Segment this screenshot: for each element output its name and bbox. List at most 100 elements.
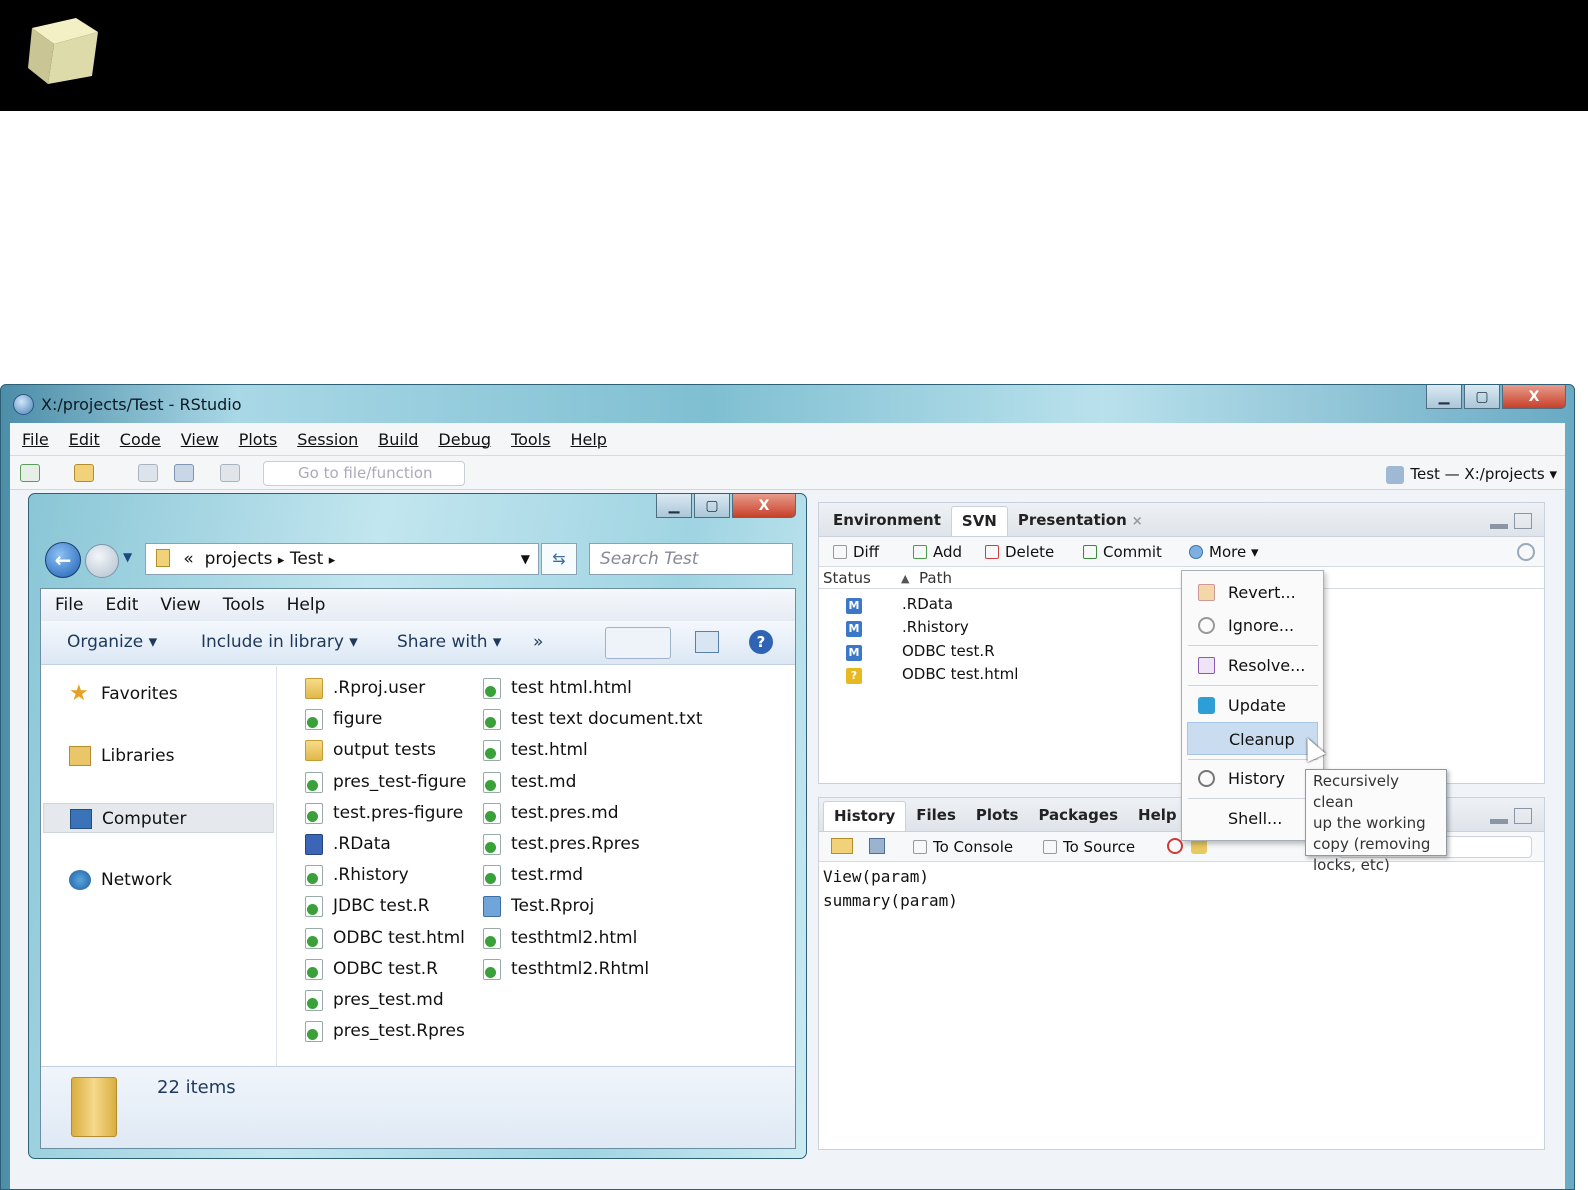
file-item[interactable]: test.pres.Rpres	[483, 831, 640, 857]
file-item[interactable]: figure	[305, 706, 382, 732]
breadcrumb-separator-icon[interactable]: ▸	[329, 553, 336, 568]
menu-file[interactable]: File	[22, 430, 49, 449]
path-column[interactable]: Path	[919, 569, 952, 587]
menu-plots[interactable]: Plots	[239, 430, 278, 449]
tab-history[interactable]: History	[823, 801, 907, 831]
explorer-menu-tools[interactable]: Tools	[223, 595, 265, 615]
file-item[interactable]: output tests	[305, 737, 436, 763]
file-item[interactable]: testhtml2.html	[483, 925, 637, 951]
tab-environment[interactable]: Environment	[823, 506, 951, 536]
view-options-button[interactable]	[605, 627, 671, 659]
file-item[interactable]: test.pres.md	[483, 800, 619, 826]
breadcrumb-overflow[interactable]: «	[183, 549, 193, 569]
history-line[interactable]: summary(param)	[823, 889, 1540, 913]
nav-favorites[interactable]: ★ Favorites	[43, 679, 274, 709]
file-item[interactable]: ODBC test.R	[305, 956, 438, 982]
tab-svn[interactable]: SVN	[950, 506, 1008, 536]
menu-item-update[interactable]: Update	[1187, 689, 1318, 722]
tab-packages[interactable]: Packages	[1028, 801, 1128, 831]
recent-pages-chevron-icon[interactable]: ▼	[123, 550, 132, 564]
file-item[interactable]: pres_test.Rpres	[305, 1018, 465, 1044]
to-source-button[interactable]: To Source	[1043, 838, 1135, 856]
refresh-icon[interactable]	[1517, 543, 1535, 561]
menu-item-history[interactable]: History	[1187, 762, 1318, 795]
menu-item-ignore[interactable]: Ignore...	[1187, 609, 1318, 642]
go-to-file-input[interactable]: Go to file/function	[263, 461, 465, 486]
refresh-button[interactable]: ⇆	[541, 543, 577, 575]
save-all-icon[interactable]	[174, 464, 194, 482]
minimize-button[interactable]: ▁	[1426, 385, 1462, 409]
close-button[interactable]: X	[1502, 385, 1566, 409]
breadcrumb-projects[interactable]: projects	[205, 549, 273, 569]
help-icon[interactable]: ?	[749, 630, 773, 654]
file-item[interactable]: pres_test.md	[305, 987, 444, 1013]
maximize-button[interactable]: ▢	[1464, 385, 1500, 409]
nav-network[interactable]: Network	[43, 865, 274, 895]
tab-files[interactable]: Files	[906, 801, 966, 831]
breadcrumb-separator-icon[interactable]: ▸	[278, 553, 285, 568]
menu-debug[interactable]: Debug	[438, 430, 491, 449]
back-button[interactable]: ←	[45, 542, 81, 578]
nav-computer[interactable]: Computer	[43, 803, 274, 833]
to-console-button[interactable]: To Console	[913, 838, 1013, 856]
open-file-icon[interactable]	[74, 464, 94, 482]
file-item[interactable]: Test.Rproj	[483, 893, 594, 919]
status-column[interactable]: Status	[823, 569, 871, 587]
pane-minimize-icon[interactable]	[1490, 524, 1508, 529]
share-with-button[interactable]: Share with ▾	[397, 632, 501, 652]
breadcrumb-test[interactable]: Test	[290, 549, 323, 569]
tab-presentation[interactable]: Presentation ×	[1008, 506, 1153, 536]
file-item[interactable]: testhtml2.Rhtml	[483, 956, 649, 982]
menu-code[interactable]: Code	[120, 430, 161, 449]
address-dropdown-icon[interactable]: ▼	[521, 544, 530, 574]
menu-item-shell[interactable]: Shell...	[1187, 802, 1318, 835]
file-item[interactable]: JDBC test.R	[305, 893, 430, 919]
menu-view[interactable]: View	[181, 430, 219, 449]
file-item[interactable]: test.pres-figure	[305, 800, 463, 826]
file-item[interactable]: test.html	[483, 737, 588, 763]
tab-close-icon[interactable]: ×	[1132, 514, 1143, 529]
include-in-library-button[interactable]: Include in library ▾	[201, 632, 358, 652]
commit-button[interactable]: Commit	[1083, 543, 1162, 561]
nav-libraries[interactable]: Libraries	[43, 741, 274, 771]
forward-button[interactable]	[85, 544, 119, 578]
add-button[interactable]: Add	[913, 543, 962, 561]
new-file-icon[interactable]	[20, 464, 40, 482]
preview-pane-icon[interactable]	[695, 631, 719, 653]
explorer-maximize-button[interactable]: ▢	[694, 494, 730, 518]
file-item[interactable]: pres_test-figure	[305, 769, 466, 795]
menu-tools[interactable]: Tools	[511, 430, 550, 449]
menu-item-revert[interactable]: Revert...	[1187, 576, 1318, 609]
tab-help[interactable]: Help	[1128, 801, 1187, 831]
file-item[interactable]: .RData	[305, 831, 391, 857]
save-icon[interactable]	[138, 464, 158, 482]
breadcrumb[interactable]: « projects ▸ Test ▸ ▼	[145, 543, 539, 575]
menu-build[interactable]: Build	[378, 430, 418, 449]
explorer-menu-edit[interactable]: Edit	[105, 595, 138, 615]
pane-maximize-icon[interactable]	[1514, 808, 1532, 824]
more-button[interactable]: More ▾	[1189, 543, 1258, 561]
explorer-menu-file[interactable]: File	[55, 595, 83, 615]
menu-help[interactable]: Help	[570, 430, 606, 449]
menu-item-cleanup[interactable]: Cleanup	[1187, 722, 1318, 755]
project-selector[interactable]: Test — X:/projects ▾	[1386, 465, 1557, 484]
menu-item-resolve[interactable]: Resolve...	[1187, 649, 1318, 682]
file-item[interactable]: .Rproj.user	[305, 675, 425, 701]
file-item[interactable]: test.rmd	[483, 862, 583, 888]
more-commands-button[interactable]: »	[533, 632, 543, 652]
explorer-minimize-button[interactable]: ▁	[656, 494, 692, 518]
tab-plots[interactable]: Plots	[966, 801, 1029, 831]
search-input[interactable]: Search Test	[589, 543, 793, 575]
load-history-icon[interactable]	[831, 838, 853, 854]
delete-button[interactable]: Delete	[985, 543, 1054, 561]
pane-minimize-icon[interactable]	[1490, 819, 1508, 824]
pane-maximize-icon[interactable]	[1514, 513, 1532, 529]
file-item[interactable]: test text document.txt	[483, 706, 703, 732]
save-history-icon[interactable]	[869, 838, 885, 854]
explorer-menu-help[interactable]: Help	[287, 595, 326, 615]
diff-button[interactable]: Diff	[833, 543, 879, 561]
menu-edit[interactable]: Edit	[69, 430, 100, 449]
menu-session[interactable]: Session	[297, 430, 358, 449]
explorer-menu-view[interactable]: View	[160, 595, 200, 615]
print-icon[interactable]	[220, 464, 240, 482]
